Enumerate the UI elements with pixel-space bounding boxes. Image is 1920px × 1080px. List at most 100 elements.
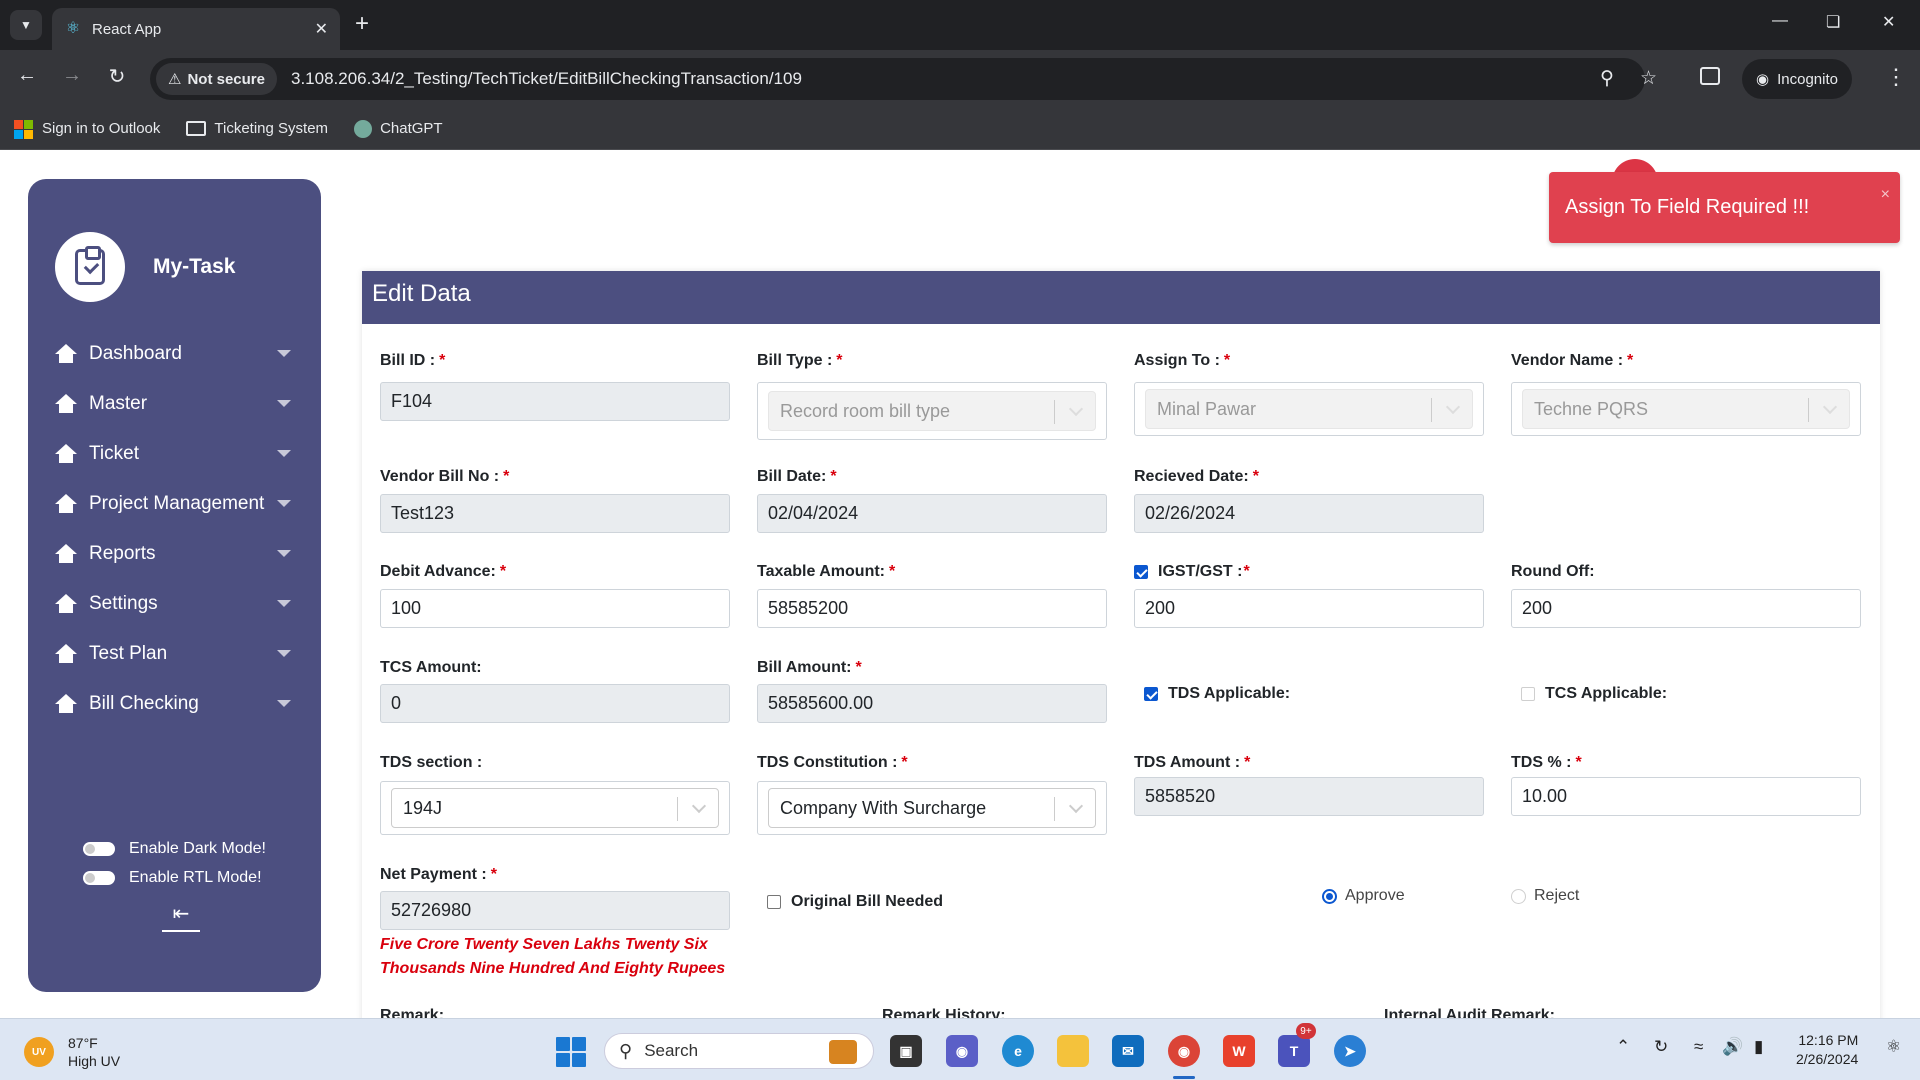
vendor-name-select[interactable]: Techne PQRS xyxy=(1522,389,1850,429)
sidebar-item-reports[interactable]: Reports xyxy=(55,529,295,579)
address-bar[interactable]: ⚠ Not secure 3.108.206.34/2_Testing/Tech… xyxy=(150,58,1657,100)
edit-data-card: Edit Data Bill ID : * F104 Bill Type : * R… xyxy=(362,271,1880,1018)
tcs-amount-input[interactable]: 0 xyxy=(380,684,730,723)
sync-icon[interactable]: ↻ xyxy=(1654,1037,1668,1057)
rtl-mode-label: Enable RTL Mode! xyxy=(129,868,262,886)
app-shortcut-icon[interactable]: ➤ xyxy=(1334,1035,1366,1067)
uv-icon: UV xyxy=(24,1037,54,1067)
teams-meet-icon[interactable]: ◉ xyxy=(946,1035,978,1067)
rtl-mode-switch[interactable] xyxy=(83,870,115,885)
assign-to-select[interactable]: Minal Pawar xyxy=(1145,389,1473,429)
wifi-icon[interactable]: ≈ xyxy=(1694,1037,1703,1057)
taxable-amount-input[interactable]: 58585200 xyxy=(757,589,1107,628)
tds-applicable-checkbox[interactable] xyxy=(1144,687,1158,701)
wps-office-icon[interactable]: W xyxy=(1223,1035,1255,1067)
bill-amount-input[interactable]: 58585600.00 xyxy=(757,684,1107,723)
minimize-button[interactable]: — xyxy=(1772,12,1788,30)
sidebar-item-dashboard[interactable]: Dashboard xyxy=(55,329,295,379)
task-view-icon[interactable]: ▣ xyxy=(890,1035,922,1067)
chrome-icon[interactable]: ◉ xyxy=(1168,1035,1200,1067)
forward-button[interactable]: → xyxy=(57,64,87,87)
tds-constitution-select[interactable]: Company With Surcharge xyxy=(768,788,1096,828)
bill-type-select[interactable]: Record room bill type xyxy=(768,391,1096,431)
debit-advance-input[interactable]: 100 xyxy=(380,589,730,628)
dark-mode-toggle[interactable]: Enable Dark Mode! xyxy=(83,834,266,863)
notifications-icon[interactable]: ⚛ xyxy=(1886,1037,1901,1057)
required-mark: * xyxy=(503,468,510,485)
file-explorer-icon[interactable] xyxy=(1057,1035,1089,1067)
igst-gst-input[interactable]: 200 xyxy=(1134,589,1484,628)
dark-mode-switch[interactable] xyxy=(83,841,115,856)
tds-applicable-field: TDS Applicable: xyxy=(1144,685,1290,703)
approve-option[interactable]: Approve xyxy=(1322,887,1405,905)
teams-icon[interactable]: T xyxy=(1278,1035,1310,1067)
assign-to-field: Assign To : * Minal Pawar xyxy=(1134,352,1484,436)
vendor-bill-no-input[interactable]: Test123 xyxy=(380,494,730,533)
tcs-applicable-checkbox[interactable] xyxy=(1521,687,1535,701)
reject-label: Reject xyxy=(1534,887,1580,904)
reload-button[interactable]: ↻ xyxy=(102,64,132,89)
incognito-indicator[interactable]: ◉ Incognito xyxy=(1742,59,1852,99)
bookmark-star-icon[interactable]: ☆ xyxy=(1640,67,1657,90)
rtl-mode-toggle[interactable]: Enable RTL Mode! xyxy=(83,863,266,892)
bookmark-ticketing-system[interactable]: Ticketing System xyxy=(186,120,328,137)
tds-percent-label: TDS % : xyxy=(1511,754,1572,771)
reject-radio[interactable] xyxy=(1511,888,1526,904)
sidebar-item-project-management[interactable]: Project Management xyxy=(55,479,295,529)
security-indicator[interactable]: ⚠ Not secure xyxy=(156,63,277,95)
igst-gst-checkbox[interactable] xyxy=(1134,565,1148,579)
bookmark-chatgpt[interactable]: ChatGPT xyxy=(354,119,443,138)
restore-button[interactable]: ❏ xyxy=(1826,12,1840,32)
bill-id-input[interactable]: F104 xyxy=(380,382,730,421)
bill-amount-field: Bill Amount: * 58585600.00 xyxy=(757,659,1107,723)
browser-tab[interactable]: ⚛ React App ✕ xyxy=(52,8,340,50)
chevron-up-icon[interactable]: ⌃ xyxy=(1616,1037,1630,1057)
reject-option[interactable]: Reject xyxy=(1511,887,1579,905)
new-tab-button[interactable]: + xyxy=(355,11,369,37)
sidebar-item-master[interactable]: Master xyxy=(55,379,295,429)
original-bill-needed-field: Original Bill Needed xyxy=(767,893,943,911)
side-panel-icon[interactable] xyxy=(1700,67,1720,85)
bill-id-label: Bill ID : xyxy=(380,352,436,369)
mail-icon[interactable]: ✉ xyxy=(1112,1035,1144,1067)
back-button[interactable]: ← xyxy=(12,64,42,87)
weather-widget[interactable]: UV 87°F High UV xyxy=(24,1034,120,1070)
system-clock[interactable]: 12:16 PM 2/26/2024 xyxy=(1796,1031,1858,1069)
mode-toggles: Enable Dark Mode! Enable RTL Mode! xyxy=(83,834,266,892)
bookmark-outlook[interactable]: Sign in to Outlook xyxy=(14,119,160,139)
bill-date-input[interactable]: 02/04/2024 xyxy=(757,494,1107,533)
sidebar-item-label: Reports xyxy=(89,543,156,564)
volume-icon[interactable]: 🔊 xyxy=(1722,1037,1743,1057)
round-off-input[interactable]: 200 xyxy=(1511,589,1861,628)
tds-amount-input[interactable]: 5858520 xyxy=(1134,777,1484,816)
close-icon[interactable]: × xyxy=(1881,186,1890,204)
windows-start-icon[interactable] xyxy=(556,1037,586,1067)
taskbar-search[interactable]: ⚲ Search xyxy=(604,1033,874,1069)
tab-search-button[interactable]: ▼ xyxy=(10,10,42,40)
tds-section-select-wrap: 194J xyxy=(380,781,730,835)
approve-radio[interactable] xyxy=(1322,888,1337,904)
url-text[interactable]: 3.108.206.34/2_Testing/TechTicket/EditBi… xyxy=(291,69,802,89)
zoom-icon[interactable]: ⚲ xyxy=(1600,67,1614,90)
net-payment-input[interactable]: 52726980 xyxy=(380,891,730,930)
close-window-button[interactable]: ✕ xyxy=(1882,12,1895,32)
sidebar-item-ticket[interactable]: Ticket xyxy=(55,429,295,479)
sidebar-item-settings[interactable]: Settings xyxy=(55,579,295,629)
received-date-input[interactable]: 02/26/2024 xyxy=(1134,494,1484,533)
edge-icon[interactable]: e xyxy=(1002,1035,1034,1067)
tds-constitution-value: Company With Surcharge xyxy=(780,797,987,818)
sidebar-item-test-plan[interactable]: Test Plan xyxy=(55,629,295,679)
close-icon[interactable]: ✕ xyxy=(315,19,328,39)
original-bill-needed-checkbox[interactable] xyxy=(767,895,781,909)
tds-section-select[interactable]: 194J xyxy=(391,788,719,828)
sidebar-item-bill-checking[interactable]: Bill Checking xyxy=(55,679,295,729)
briefcase-icon xyxy=(829,1040,857,1064)
dark-mode-label: Enable Dark Mode! xyxy=(129,839,266,857)
home-icon xyxy=(55,494,77,514)
collapse-sidebar-icon[interactable]: ⇤ xyxy=(162,901,200,932)
vendor-name-select-wrap: Techne PQRS xyxy=(1511,382,1861,436)
brand[interactable]: My-Task xyxy=(55,232,235,302)
more-menu-icon[interactable]: ⋮ xyxy=(1885,64,1907,90)
tds-percent-input[interactable]: 10.00 xyxy=(1511,777,1861,816)
battery-icon[interactable]: ▮ xyxy=(1754,1037,1763,1057)
